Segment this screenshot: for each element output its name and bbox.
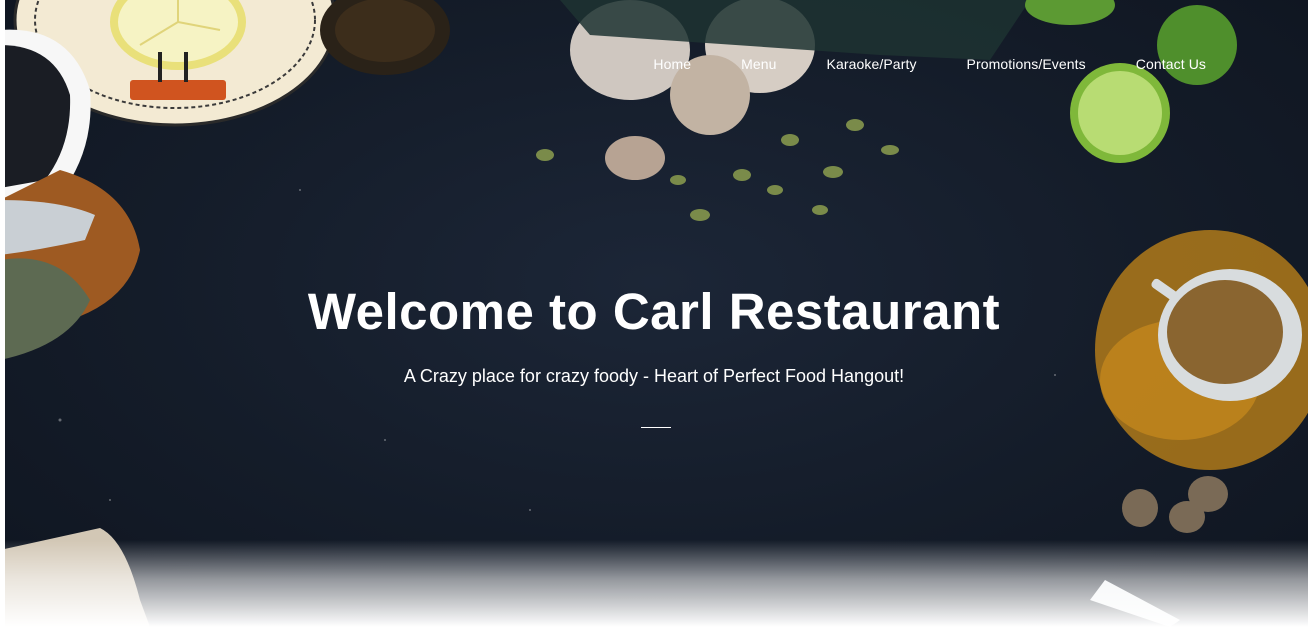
nav-item-karaoke-party[interactable]: Karaoke/Party (827, 54, 917, 74)
nav-item-menu[interactable]: Menu (741, 54, 776, 74)
hero-subtitle: A Crazy place for crazy foody - Heart of… (403, 366, 905, 386)
hero-title: Welcome to Carl Restaurant (307, 283, 1001, 340)
spice-strainer-image (1095, 230, 1308, 470)
nav-item-promotions-events[interactable]: Promotions/Events (967, 54, 1086, 74)
nav-item-home[interactable]: Home (653, 54, 691, 74)
nav-item-contact-us[interactable]: Contact Us (1136, 54, 1206, 74)
bottom-fade-overlay (0, 540, 1308, 627)
lime-image (1025, 0, 1237, 163)
hero-section: Home Menu Karaoke/Party Promotions/Event… (0, 0, 1308, 627)
nutmegs-image (1122, 476, 1228, 533)
hero-divider (641, 427, 671, 428)
main-navigation: Home Menu Karaoke/Party Promotions/Event… (603, 54, 1206, 74)
herbs-image (536, 119, 899, 221)
